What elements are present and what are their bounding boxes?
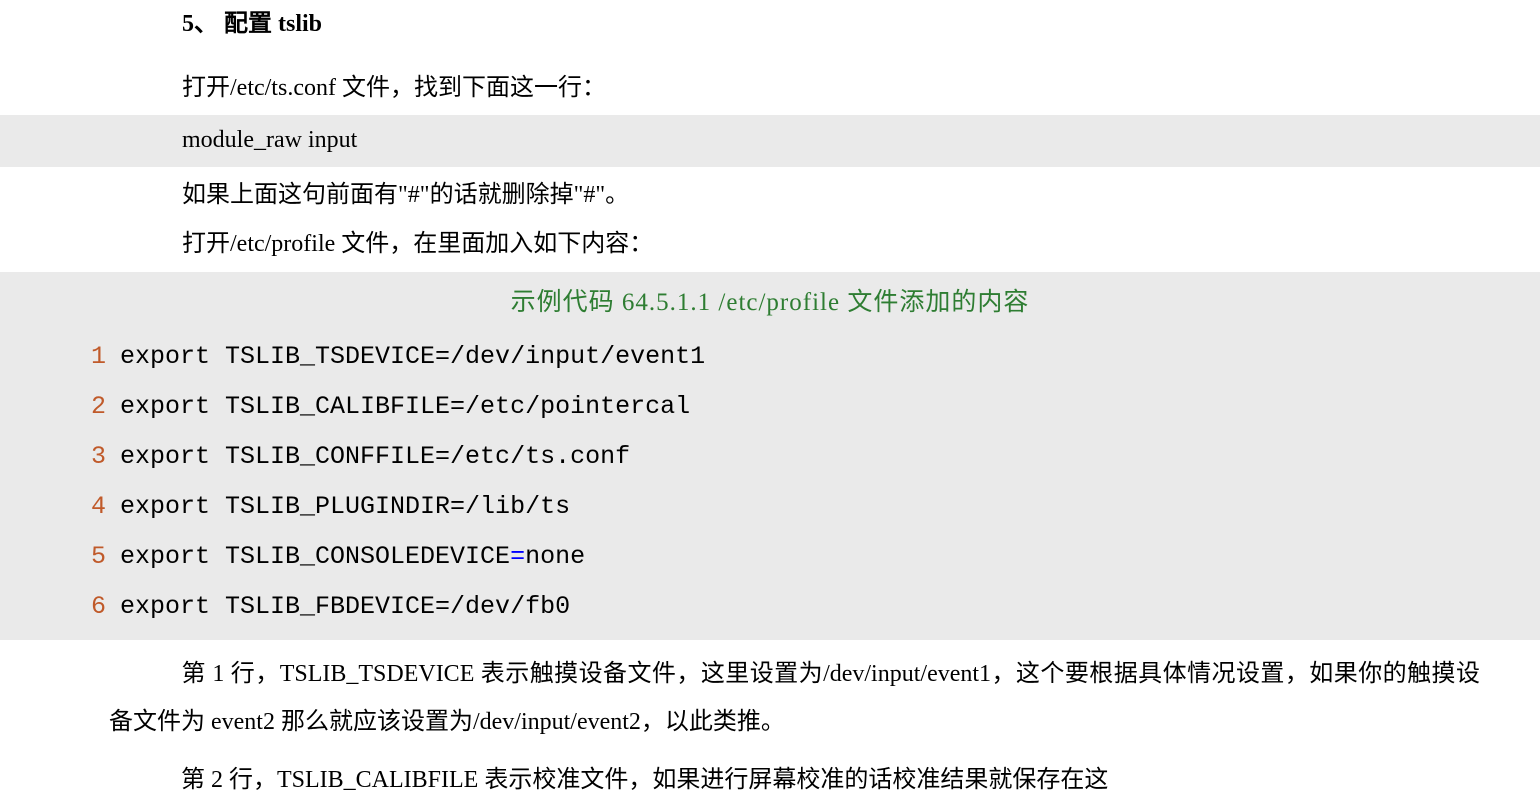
code-block: 示例代码 64.5.1.1 /etc/profile 文件添加的内容 1 exp… bbox=[0, 272, 1540, 640]
inline-code-box: module_raw input bbox=[0, 115, 1540, 167]
code-line: 3 export TSLIB_CONFFILE=/etc/ts.conf bbox=[0, 432, 1540, 482]
body-paragraph-2: 第 2 行，TSLIB_CALIBFILE 表示校准文件，如果进行屏幕校准的话校… bbox=[0, 756, 1540, 804]
code-line: 2 export TSLIB_CALIBFILE=/etc/pointercal bbox=[0, 382, 1540, 432]
code-text: export TSLIB_FBDEVICE=/dev/fb0 bbox=[120, 582, 570, 632]
code-text: export TSLIB_CONFFILE=/etc/ts.conf bbox=[120, 432, 630, 482]
body-paragraph-1: 第 1 行，TSLIB_TSDEVICE 表示触摸设备文件，这里设置为/dev/… bbox=[0, 650, 1540, 746]
line-number: 1 bbox=[0, 332, 120, 382]
paragraph-1: 打开/etc/ts.conf 文件，找到下面这一行： bbox=[0, 66, 1540, 112]
body-1-text: 第 1 行，TSLIB_TSDEVICE 表示触摸设备文件，这里设置为/dev/… bbox=[109, 661, 1480, 735]
code-text: export TSLIB_CONSOLEDEVICE=none bbox=[120, 532, 585, 582]
inline-code-text: module_raw input bbox=[182, 127, 357, 153]
line-number: 5 bbox=[0, 532, 120, 582]
paragraph-3-text: 打开/etc/profile 文件，在里面加入如下内容： bbox=[182, 231, 653, 257]
code-text-pre: export TSLIB_CONSOLEDEVICE bbox=[120, 542, 510, 571]
code-line: 6 export TSLIB_FBDEVICE=/dev/fb0 bbox=[0, 582, 1540, 632]
code-line: 1 export TSLIB_TSDEVICE=/dev/input/event… bbox=[0, 332, 1540, 382]
equals-sign: = bbox=[510, 542, 525, 571]
code-text: export TSLIB_PLUGINDIR=/lib/ts bbox=[120, 482, 570, 532]
code-caption: 示例代码 64.5.1.1 /etc/profile 文件添加的内容 bbox=[0, 272, 1540, 332]
code-line: 4 export TSLIB_PLUGINDIR=/lib/ts bbox=[0, 482, 1540, 532]
code-text: export TSLIB_CALIBFILE=/etc/pointercal bbox=[120, 382, 690, 432]
paragraph-3: 打开/etc/profile 文件，在里面加入如下内容： bbox=[0, 222, 1540, 268]
body-2-text: 第 2 行，TSLIB_CALIBFILE 表示校准文件，如果进行屏幕校准的话校… bbox=[181, 767, 1108, 793]
line-number: 6 bbox=[0, 582, 120, 632]
code-text: export TSLIB_TSDEVICE=/dev/input/event1 bbox=[120, 332, 705, 382]
paragraph-1-text: 打开/etc/ts.conf 文件，找到下面这一行： bbox=[182, 75, 606, 101]
paragraph-2: 如果上面这句前面有"#"的话就删除掉"#"。 bbox=[0, 173, 1540, 219]
section-heading: 5、 配置 tslib bbox=[0, 2, 1540, 48]
line-number: 2 bbox=[0, 382, 120, 432]
code-text-post: none bbox=[525, 542, 585, 571]
line-number: 4 bbox=[0, 482, 120, 532]
paragraph-2-text: 如果上面这句前面有"#"的话就删除掉"#"。 bbox=[182, 182, 629, 208]
line-number: 3 bbox=[0, 432, 120, 482]
section-title-text: 配置 tslib bbox=[224, 11, 322, 37]
section-number: 5、 bbox=[182, 11, 218, 37]
code-line: 5 export TSLIB_CONSOLEDEVICE=none bbox=[0, 532, 1540, 582]
